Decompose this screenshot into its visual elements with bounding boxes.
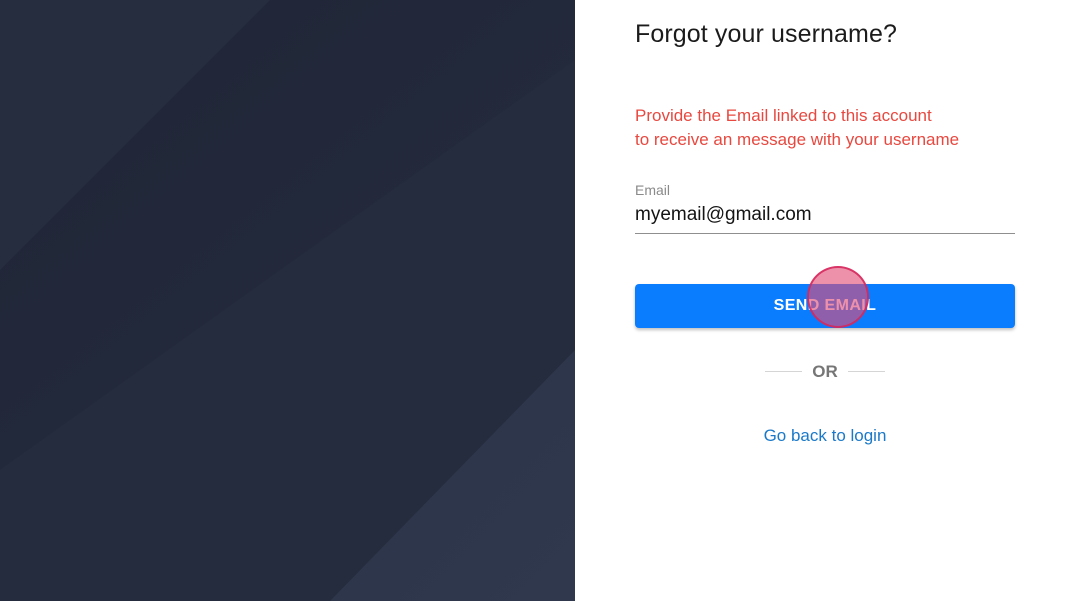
- forgot-username-form: Forgot your username? Provide the Email …: [575, 0, 1075, 601]
- back-to-login-link[interactable]: Go back to login: [635, 426, 1015, 446]
- divider-line-right: [848, 371, 885, 372]
- or-divider: OR: [765, 360, 885, 384]
- divider-text: OR: [812, 362, 838, 381]
- email-label: Email: [635, 182, 671, 198]
- instruction-line-1: Provide the Email linked to this account: [635, 106, 932, 125]
- forgot-username-page: Forgot your username? Provide the Email …: [0, 0, 1075, 601]
- email-field-group: Email: [635, 182, 1015, 234]
- instruction-message: Provide the Email linked to this account…: [635, 104, 959, 152]
- instruction-line-2: to receive an message with your username: [635, 130, 960, 149]
- page-title: Forgot your username?: [635, 20, 897, 48]
- background-pattern: [0, 0, 575, 601]
- send-email-button[interactable]: SEND EMAIL: [635, 284, 1015, 328]
- email-field[interactable]: [635, 204, 1015, 234]
- decorative-background-panel: [0, 0, 575, 601]
